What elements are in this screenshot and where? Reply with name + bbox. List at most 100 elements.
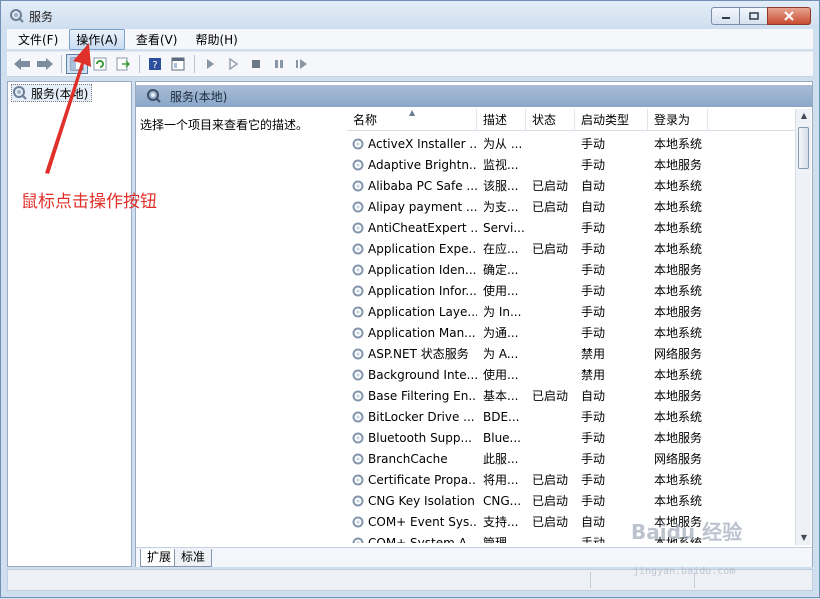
maximize-icon: [748, 12, 759, 20]
service-logon-as: 本地系统: [654, 326, 703, 340]
services-window: 服务 文件(F) 操作(A) 查看(V) 帮助(H) ? 服务(本地) 服务(本…: [0, 0, 820, 598]
scroll-up-icon[interactable]: ▲: [796, 109, 812, 123]
pane-title: 服务(本地): [170, 89, 228, 104]
menu-file[interactable]: 文件(F): [11, 29, 65, 50]
scrollbar-thumb[interactable]: [798, 127, 809, 169]
restart-service-button[interactable]: [291, 54, 313, 74]
tab-extended[interactable]: 扩展: [140, 549, 179, 567]
start-service-alt-button[interactable]: [222, 54, 244, 74]
pause-service-button[interactable]: [268, 54, 290, 74]
menu-action[interactable]: 操作(A): [69, 28, 125, 50]
table-row[interactable]: Application Expe... 在应... 已启动 手动 本地系统: [347, 238, 795, 259]
service-startup-type: 自动: [581, 200, 606, 214]
minimize-button[interactable]: [711, 7, 739, 25]
service-description: 在应...: [483, 242, 519, 256]
export-list-button[interactable]: [112, 54, 134, 74]
table-row[interactable]: ActiveX Installer ... 为从 ... 手动 本地系统: [347, 133, 795, 154]
column-header-name[interactable]: ▲ 名称: [347, 108, 477, 131]
tab-standard[interactable]: 标准: [174, 549, 213, 567]
table-row[interactable]: Certificate Propa... 将用... 已启动 手动 本地系统: [347, 469, 795, 490]
service-name: Application Laye...: [368, 304, 477, 319]
service-logon-as: 本地系统: [654, 368, 703, 382]
service-status: 已启动: [532, 389, 569, 403]
service-gear-icon: [352, 327, 364, 338]
description-area: 选择一个项目来查看它的描述。: [140, 116, 340, 133]
service-status: 已启动: [532, 179, 569, 193]
maximize-button[interactable]: [739, 7, 767, 25]
table-row[interactable]: Application Infor... 使用... 手动 本地系统: [347, 280, 795, 301]
column-header-status[interactable]: 状态: [526, 109, 575, 131]
scroll-down-icon[interactable]: ▼: [796, 531, 812, 545]
table-row[interactable]: ASP.NET 状态服务为 A... 禁用 网络服务: [347, 343, 795, 364]
service-description: 为 In...: [483, 305, 522, 319]
table-row[interactable]: Alibaba PC Safe ... 该服... 已启动 自动 本地系统: [347, 175, 795, 196]
service-name-cell: CNG Key Isolation: [347, 494, 477, 508]
service-name: Certificate Propa...: [368, 472, 477, 487]
service-startup-type: 手动: [581, 431, 606, 445]
menu-help[interactable]: 帮助(H): [188, 29, 244, 50]
table-row[interactable]: Bluetooth Supp... Blue... 手动 本地服务: [347, 427, 795, 448]
service-gear-icon: [352, 285, 364, 296]
service-description: 为 A...: [483, 347, 519, 361]
properties-button[interactable]: [167, 54, 189, 74]
service-description: 基本...: [483, 389, 519, 403]
console-tree-icon: [70, 57, 84, 71]
tree-item-services-local[interactable]: 服务(本地): [11, 84, 93, 102]
table-row[interactable]: Adaptive Brightn... 监视... 手动 本地服务: [347, 154, 795, 175]
service-name: Application Infor...: [368, 283, 477, 298]
properties-icon: [171, 57, 185, 71]
close-button[interactable]: [767, 7, 811, 25]
service-logon-as: 本地系统: [654, 221, 703, 235]
service-logon-as: 本地服务: [654, 305, 703, 319]
back-button[interactable]: [11, 54, 33, 74]
menu-view[interactable]: 查看(V): [129, 29, 185, 50]
help-button[interactable]: ?: [144, 54, 166, 74]
table-row[interactable]: BranchCache 此服... 手动 网络服务: [347, 448, 795, 469]
forward-button[interactable]: [34, 54, 56, 74]
service-gear-icon: [352, 537, 364, 543]
table-row[interactable]: Application Iden... 确定... 手动 本地服务: [347, 259, 795, 280]
column-header-startup-type[interactable]: 启动类型: [575, 109, 648, 131]
service-name-cell: Certificate Propa...: [347, 473, 477, 487]
table-row[interactable]: Base Filtering En... 基本... 已启动 自动 本地服务: [347, 385, 795, 406]
table-row[interactable]: Application Laye... 为 In... 手动 本地服务: [347, 301, 795, 322]
service-name: ActiveX Installer ...: [368, 136, 477, 151]
service-status: 已启动: [532, 200, 569, 214]
vertical-scrollbar[interactable]: ▲ ▼: [795, 109, 811, 545]
service-name: BranchCache: [368, 451, 448, 466]
toolbar-separator: [194, 55, 195, 73]
service-startup-type: 手动: [581, 326, 606, 340]
baidu-watermark-url: jingyan.baidu.com: [633, 566, 736, 577]
service-name: COM+ System A...: [368, 535, 477, 544]
column-header-logon-as[interactable]: 登录为: [648, 109, 708, 131]
minimize-icon: [721, 17, 730, 19]
service-name-cell: Alibaba PC Safe ...: [347, 179, 477, 193]
status-divider: [590, 572, 591, 588]
stop-service-button[interactable]: [245, 54, 267, 74]
service-status: 已启动: [532, 242, 569, 256]
show-console-tree-button[interactable]: [66, 54, 88, 74]
baidu-watermark: Baidu 经验: [631, 520, 743, 544]
service-name-cell: AntiCheatExpert ...: [347, 221, 477, 235]
service-name: CNG Key Isolation: [368, 493, 475, 508]
service-name: Adaptive Brightn...: [368, 157, 477, 172]
table-row[interactable]: CNG Key Isolation CNG... 已启动 手动 本地系统: [347, 490, 795, 511]
service-name-cell: Application Man...: [347, 326, 477, 340]
table-row[interactable]: AntiCheatExpert ... Servi... 手动 本地系统: [347, 217, 795, 238]
service-startup-type: 手动: [581, 410, 606, 424]
service-gear-icon: [352, 201, 364, 212]
service-name: BitLocker Drive ...: [368, 409, 475, 424]
table-row[interactable]: Alipay payment ... 为支... 已启动 自动 本地系统: [347, 196, 795, 217]
table-row[interactable]: BitLocker Drive ... BDE... 手动 本地系统: [347, 406, 795, 427]
table-row[interactable]: Application Man... 为通... 手动 本地系统: [347, 322, 795, 343]
column-header-description[interactable]: 描述: [477, 109, 526, 131]
table-row[interactable]: Background Inte... 使用... 禁用 本地系统: [347, 364, 795, 385]
service-name: AntiCheatExpert ...: [368, 220, 477, 235]
service-description: 管理...: [483, 536, 519, 543]
service-name-cell: Application Infor...: [347, 284, 477, 298]
refresh-button[interactable]: [89, 54, 111, 74]
start-service-button[interactable]: [199, 54, 221, 74]
refresh-icon: [93, 57, 107, 71]
pane-header: 服务(本地): [136, 85, 812, 107]
service-startup-type: 手动: [581, 137, 606, 151]
